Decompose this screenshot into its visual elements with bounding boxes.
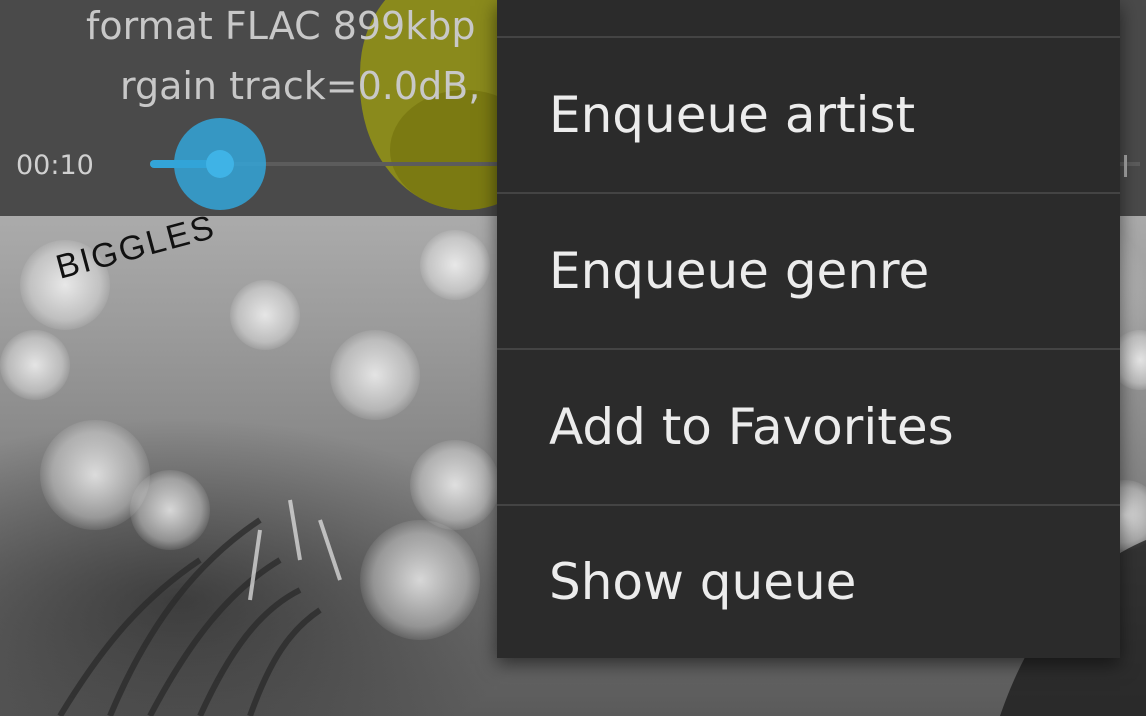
replaygain-info: rgain track=0.0dB, <box>120 64 481 108</box>
menu-item-show-queue[interactable]: Show queue <box>497 506 1120 658</box>
seek-thumb[interactable] <box>206 150 234 178</box>
elapsed-time: 00:10 <box>16 150 94 181</box>
track-format-info: format FLAC 899kbp <box>86 4 476 48</box>
music-player-screen: BIGGLES format FLAC 899kbp rgain track=0… <box>0 0 1146 716</box>
menu-item-enqueue-genre[interactable]: Enqueue genre <box>497 194 1120 348</box>
menu-item-add-to-favorites[interactable]: Add to Favorites <box>497 350 1120 504</box>
overflow-menu: Enqueue artist Enqueue genre Add to Favo… <box>497 0 1120 658</box>
menu-item-label: Show queue <box>549 553 857 611</box>
menu-item-label: Enqueue artist <box>549 86 916 144</box>
menu-item-label: Enqueue genre <box>549 242 930 300</box>
menu-item-label: Add to Favorites <box>549 398 954 456</box>
seek-bar-end <box>1124 155 1127 177</box>
menu-item-enqueue-artist[interactable]: Enqueue artist <box>497 38 1120 192</box>
